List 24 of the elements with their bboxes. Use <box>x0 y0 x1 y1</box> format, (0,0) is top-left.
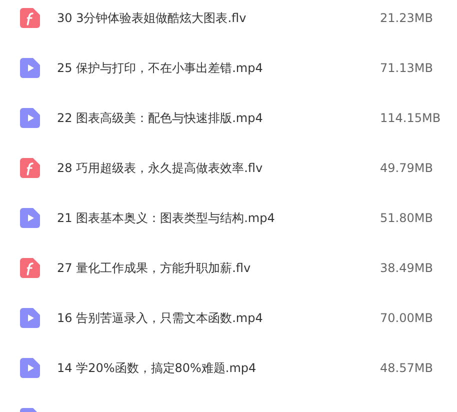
video-file-icon <box>20 358 40 378</box>
file-name[interactable]: 27 量化工作成果，方能升职加薪.flv <box>57 260 380 276</box>
video-file-icon <box>20 208 40 228</box>
flash-file-icon <box>20 8 40 28</box>
file-name[interactable]: 22 图表高级美：配色与快速排版.mp4 <box>57 110 380 126</box>
file-size: 21.23MB <box>380 11 433 25</box>
file-size: 48.57MB <box>380 361 433 375</box>
file-size: 114.15MB <box>380 111 441 125</box>
file-name[interactable]: 14 学20%函数，搞定80%难题.mp4 <box>57 360 380 376</box>
file-name[interactable]: 28 巧用超级表，永久提高做表效率.flv <box>57 160 380 176</box>
file-name[interactable]: 25 保护与打印，不在小事出差错.mp4 <box>57 60 380 76</box>
file-name[interactable]: 16 告别苦逼录入，只需文本函数.mp4 <box>57 310 380 326</box>
flash-file-icon <box>20 258 40 278</box>
file-name[interactable]: 30 3分钟体验表姐做酷炫大图表.flv <box>57 10 380 26</box>
video-file-icon <box>20 108 40 128</box>
flash-file-icon <box>20 158 40 178</box>
file-name[interactable]: 21 图表基本奥义：图表类型与结构.mp4 <box>57 210 380 226</box>
video-file-icon <box>20 58 40 78</box>
file-size: 70.00MB <box>380 311 433 325</box>
file-size: 49.79MB <box>380 161 433 175</box>
video-file-icon <box>20 308 40 328</box>
file-size: 51.80MB <box>380 211 433 225</box>
file-size: 71.13MB <box>380 61 433 75</box>
file-size: 38.49MB <box>380 261 433 275</box>
